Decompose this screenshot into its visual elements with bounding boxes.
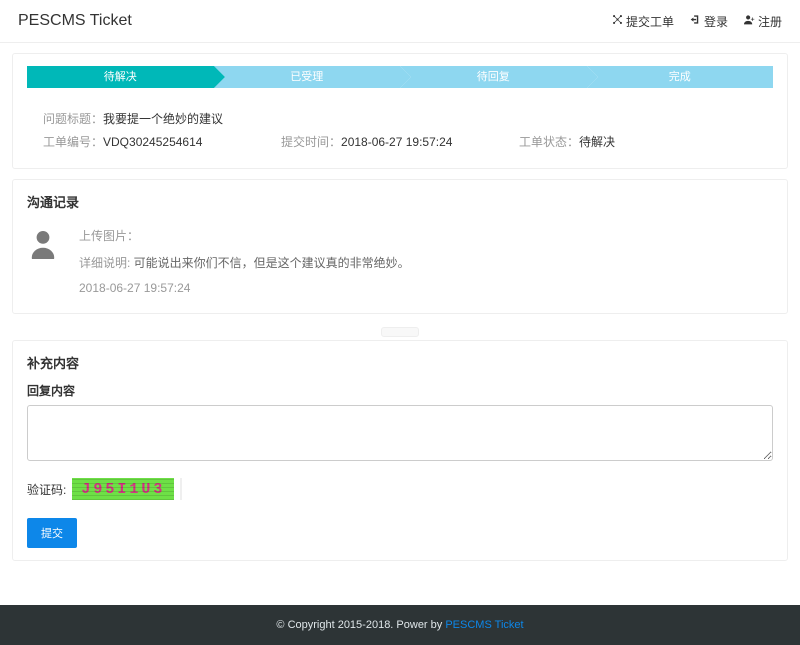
ticket-number-value: VDQ30245254614 bbox=[103, 135, 202, 149]
message-time: 2018-06-27 19:57:24 bbox=[79, 281, 773, 295]
nav-link-label: 提交工单 bbox=[626, 13, 674, 30]
nav-links: 提交工单 登录 注册 bbox=[612, 13, 782, 30]
upload-line: 上传图片： bbox=[79, 227, 773, 244]
graph-icon bbox=[612, 14, 623, 28]
navbar: PESCMS Ticket 提交工单 登录 注册 bbox=[0, 0, 800, 43]
history-title: 沟通记录 bbox=[27, 192, 773, 211]
ticket-info-panel: 待解决 已受理 待回复 完成 问题标题：我要提一个绝妙的建议 工单编号：VDQ3… bbox=[12, 53, 788, 169]
login-icon bbox=[690, 14, 701, 28]
captcha-row: 验证码: J95I1U3 bbox=[27, 478, 773, 500]
main-container: 待解决 已受理 待回复 完成 问题标题：我要提一个绝妙的建议 工单编号：VDQ3… bbox=[0, 43, 800, 581]
register-link[interactable]: 注册 bbox=[744, 13, 782, 30]
nav-link-label: 注册 bbox=[758, 13, 782, 30]
captcha-label: 验证码: bbox=[27, 481, 66, 498]
supplement-title: 补充内容 bbox=[27, 353, 773, 372]
ticket-title-label: 问题标题： bbox=[43, 112, 103, 126]
footer: © Copyright 2015-2018. Power by PESCMS T… bbox=[0, 605, 800, 645]
ticket-time-label: 提交时间： bbox=[281, 135, 341, 149]
login-link[interactable]: 登录 bbox=[690, 13, 728, 30]
ticket-status-value: 待解决 bbox=[579, 135, 615, 149]
footer-link[interactable]: PESCMS Ticket bbox=[445, 619, 523, 631]
ticket-info-block: 问题标题：我要提一个绝妙的建议 工单编号：VDQ30245254614 提交时间… bbox=[27, 104, 773, 156]
ticket-time: 提交时间：2018-06-27 19:57:24 bbox=[281, 133, 519, 150]
detail-line: 详细说明: 可能说出来你们不信，但是这个建议真的非常绝妙。 bbox=[79, 254, 773, 271]
avatar bbox=[27, 227, 59, 259]
separator bbox=[12, 324, 788, 340]
step-awaiting-reply: 待回复 bbox=[400, 66, 587, 88]
history-panel: 沟通记录 上传图片： 详细说明: 可能说出来你们不信，但是这个建议真的非常绝妙。… bbox=[12, 179, 788, 314]
ticket-status: 工单状态：待解决 bbox=[519, 133, 757, 150]
progress-steps: 待解决 已受理 待回复 完成 bbox=[27, 66, 773, 88]
step-pending: 待解决 bbox=[27, 66, 214, 88]
captcha-image[interactable]: J95I1U3 bbox=[72, 478, 174, 500]
ticket-title-row: 问题标题：我要提一个绝妙的建议 bbox=[43, 110, 757, 127]
ticket-meta-row: 工单编号：VDQ30245254614 提交时间：2018-06-27 19:5… bbox=[43, 133, 757, 150]
nav-link-label: 登录 bbox=[704, 13, 728, 30]
submit-ticket-link[interactable]: 提交工单 bbox=[612, 13, 674, 30]
message-item: 上传图片： 详细说明: 可能说出来你们不信，但是这个建议真的非常绝妙。 2018… bbox=[27, 221, 773, 301]
ticket-time-value: 2018-06-27 19:57:24 bbox=[341, 135, 452, 149]
ticket-title-value: 我要提一个绝妙的建议 bbox=[103, 112, 223, 126]
brand-title[interactable]: PESCMS Ticket bbox=[18, 12, 132, 30]
detail-label: 详细说明: bbox=[79, 256, 134, 270]
message-body: 上传图片： 详细说明: 可能说出来你们不信，但是这个建议真的非常绝妙。 2018… bbox=[79, 227, 773, 295]
detail-value: 可能说出来你们不信，但是这个建议真的非常绝妙。 bbox=[134, 256, 410, 270]
captcha-input[interactable] bbox=[180, 478, 182, 500]
ticket-number-label: 工单编号： bbox=[43, 135, 103, 149]
reply-textarea[interactable] bbox=[27, 405, 773, 461]
submit-button[interactable]: 提交 bbox=[27, 518, 77, 548]
step-accepted: 已受理 bbox=[214, 66, 401, 88]
ticket-number: 工单编号：VDQ30245254614 bbox=[43, 133, 281, 150]
supplement-panel: 补充内容 回复内容 验证码: J95I1U3 提交 bbox=[12, 340, 788, 561]
reply-label: 回复内容 bbox=[27, 382, 773, 399]
footer-copyright: © Copyright 2015-2018. Power by bbox=[276, 619, 445, 631]
step-done: 完成 bbox=[587, 66, 774, 88]
ticket-status-label: 工单状态： bbox=[519, 135, 579, 149]
user-plus-icon bbox=[744, 14, 755, 28]
